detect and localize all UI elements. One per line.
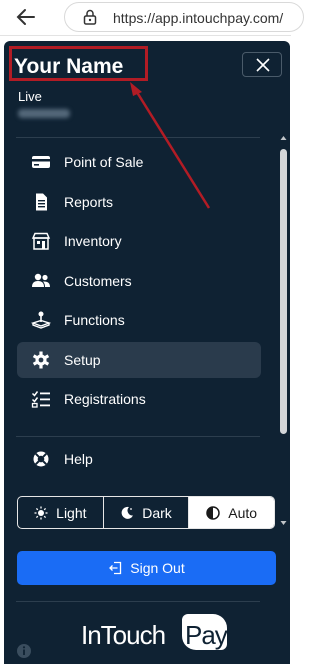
annotation-highlight-box xyxy=(9,46,148,81)
menu-item-help[interactable]: Help xyxy=(17,441,261,477)
menu-item-reports[interactable]: Reports xyxy=(17,184,261,220)
scroll-down-arrow-icon[interactable] xyxy=(280,520,287,526)
document-icon xyxy=(36,193,47,211)
menu-label: Reports xyxy=(64,194,114,210)
checklist-icon xyxy=(31,391,50,408)
lock-icon[interactable] xyxy=(83,9,97,25)
theme-option-label: Light xyxy=(56,504,87,521)
menu-item-point-of-sale[interactable]: Point of Sale xyxy=(17,144,261,180)
sign-out-button[interactable]: Sign Out xyxy=(17,551,276,585)
info-icon[interactable] xyxy=(16,643,32,659)
blurred-account-id xyxy=(18,109,70,118)
menu-label: Registrations xyxy=(64,391,146,407)
menu-item-registrations[interactable]: Registrations xyxy=(17,381,261,417)
menu-item-inventory[interactable]: Inventory xyxy=(17,223,261,259)
status-label: Live xyxy=(18,89,42,104)
url-text: https://app.intouchpay.com/ xyxy=(113,10,284,26)
menu-label: Setup xyxy=(64,352,101,368)
sign-out-icon xyxy=(109,561,122,575)
side-panel: Your Name Live Point of Sale Reports Inv… xyxy=(4,41,290,664)
theme-option-dark[interactable]: Dark xyxy=(104,497,190,528)
browser-bar: https://app.intouchpay.com/ xyxy=(0,0,304,36)
sun-icon xyxy=(34,506,48,519)
menu-label: Functions xyxy=(64,312,125,328)
lifebuoy-icon xyxy=(33,451,49,467)
menu-label: Inventory xyxy=(64,233,122,249)
moon-icon xyxy=(121,506,134,519)
logo-text-badge: Pay xyxy=(185,620,228,650)
back-arrow-icon[interactable] xyxy=(14,6,38,28)
menu-label: Point of Sale xyxy=(64,154,144,170)
credit-card-icon xyxy=(32,156,50,168)
theme-option-light[interactable]: Light xyxy=(18,497,104,528)
scroll-up-arrow-icon[interactable] xyxy=(280,135,287,141)
gear-icon xyxy=(32,351,50,369)
logo-text-main: InTouch xyxy=(81,620,166,650)
divider xyxy=(16,137,260,138)
menu-label: Help xyxy=(64,451,93,467)
store-icon xyxy=(31,232,51,250)
divider xyxy=(16,436,260,437)
half-circle-icon xyxy=(206,505,221,520)
close-icon xyxy=(256,58,270,72)
scrollbar-thumb[interactable] xyxy=(280,149,287,434)
sign-out-label: Sign Out xyxy=(130,560,185,576)
menu-label: Customers xyxy=(64,273,132,289)
theme-option-label: Auto xyxy=(228,504,258,521)
menu-item-functions[interactable]: Functions xyxy=(17,302,261,338)
theme-option-auto[interactable]: Auto xyxy=(189,497,274,528)
theme-toggle: Light Dark Auto xyxy=(17,496,275,529)
menu-item-customers[interactable]: Customers xyxy=(17,263,261,299)
theme-option-label: Dark xyxy=(142,504,172,521)
joystick-icon xyxy=(31,311,51,329)
menu-item-setup[interactable]: Setup xyxy=(17,342,261,378)
close-button[interactable] xyxy=(242,52,282,77)
users-icon xyxy=(32,273,50,287)
address-bar[interactable]: https://app.intouchpay.com/ xyxy=(64,2,304,32)
divider xyxy=(16,601,260,602)
